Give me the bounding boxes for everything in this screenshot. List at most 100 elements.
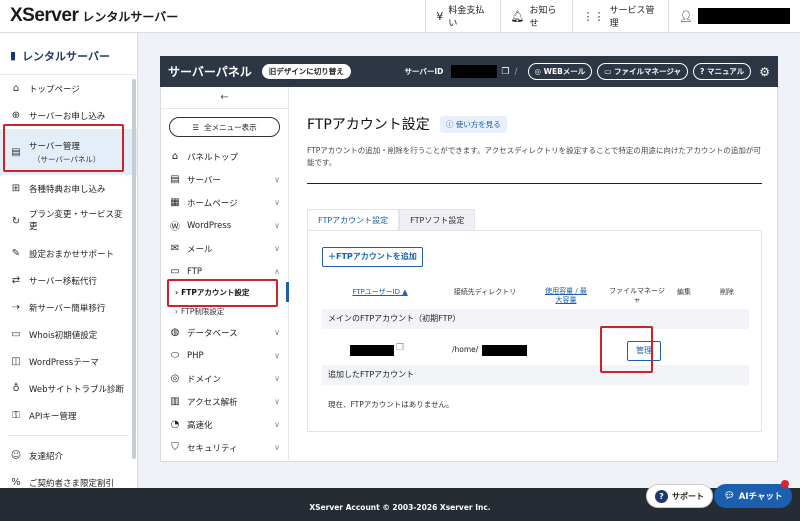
- sidebar-title: ▮ レンタルサーバー: [0, 33, 137, 75]
- add-ftp-account-button[interactable]: ＋FTPアカウントを追加: [322, 247, 423, 267]
- col-edit: 編集: [677, 288, 691, 296]
- menu-icon: ☰: [192, 122, 200, 132]
- database-icon: ◍: [170, 327, 180, 338]
- sidebar-item-trouble[interactable]: ♁ Webサイトトラブル診断: [0, 375, 137, 402]
- panel-item-speed[interactable]: ◔ 高速化 ∨: [161, 413, 288, 436]
- sidebar-item-order[interactable]: ⊕ サーバーお申し込み: [0, 102, 137, 129]
- server-icon: ▤: [11, 146, 21, 158]
- friend-icon: ☺: [10, 450, 22, 461]
- panel-item-label: セキュリティ: [187, 443, 238, 454]
- title-divider: [307, 183, 762, 184]
- panel-item-label: PHP: [187, 350, 204, 361]
- panel-item-domain[interactable]: ◎ ドメイン ∨: [161, 367, 288, 390]
- sidebar-item-label: APIキー管理: [29, 411, 77, 422]
- sidebar-item-plan-change[interactable]: ↻ プラン変更・サービス変更: [0, 202, 137, 240]
- mail-icon: ✉: [170, 243, 180, 254]
- gear-icon[interactable]: ⚙: [759, 65, 770, 79]
- server-id: サーバーID ❐: [404, 65, 509, 78]
- file-manager-button[interactable]: ▭ ファイルマネージャ: [597, 63, 688, 80]
- howto-button[interactable]: ⓘ 使い方を見る: [439, 115, 507, 133]
- sidebar-item-label: サーバーお申し込み: [29, 111, 106, 122]
- panel-item-label: パネルトップ: [187, 152, 239, 163]
- folder-icon: ▭: [170, 266, 180, 277]
- chevron-right-icon: ›: [175, 288, 179, 297]
- panel-sub-ftp-account[interactable]: › FTPアカウント設定: [161, 283, 288, 302]
- support-button[interactable]: ? サポート: [646, 484, 713, 508]
- panel-item-ftp[interactable]: ▭ FTP ∧: [161, 260, 288, 283]
- back-arrow-icon[interactable]: ←: [161, 87, 288, 109]
- directory-prefix: /home/: [452, 345, 479, 354]
- manage-button[interactable]: 管理: [627, 341, 661, 361]
- sidebar-item-transfer[interactable]: ⇄ サーバー移転代行: [0, 267, 137, 294]
- key-icon: ⚿: [12, 410, 20, 421]
- sidebar-item-friend[interactable]: ☺ 友達紹介: [0, 442, 137, 469]
- discount-icon: %: [11, 477, 21, 488]
- col-delete: 削除: [720, 288, 734, 296]
- sidebar-item-top[interactable]: ⌂ トップページ: [0, 75, 137, 102]
- old-design-button[interactable]: 旧デザインに切り替え: [261, 64, 351, 79]
- sidebar-item-benefits[interactable]: ⊞ 各種特典お申し込み: [0, 175, 137, 202]
- sidebar-item-wp-theme[interactable]: ◫ WordPressテーマ: [0, 348, 137, 375]
- sidebar-item-label: Webサイトトラブル診断: [29, 384, 125, 395]
- copy-icon[interactable]: ❐: [396, 343, 404, 353]
- panel-item-label: WordPress: [187, 220, 232, 231]
- ai-chat-button[interactable]: 💬︎ AIチャット: [714, 484, 793, 508]
- palette-icon: ◫: [11, 356, 21, 367]
- server-panel-body: ← ☰ 全メニュー表示 ⌂ パネルトップ ▤ サーバー ∨ ▦ ホームページ ∨ Ⓦ Wor…: [160, 87, 778, 462]
- folder-icon: ▭: [604, 67, 614, 76]
- nav-payment-label: 料金支払い: [448, 6, 485, 29]
- notification-dot: [781, 480, 789, 488]
- chart-icon: ▥: [170, 396, 180, 407]
- tab-ftp-software[interactable]: FTPソフト設定: [399, 209, 476, 231]
- stethoscope-icon: ♁: [12, 383, 20, 394]
- panel-item-label: データベース: [187, 328, 238, 339]
- page-title: FTPアカウント設定: [307, 117, 430, 133]
- move-icon: ⇢: [11, 302, 21, 313]
- sidebar-item-discount[interactable]: % ご契約者さま限定割引: [0, 469, 137, 488]
- sidebar-item-label: サーバー移転代行: [29, 276, 97, 287]
- sidebar-item-setup-support[interactable]: ✎ 設定おまかせサポート: [0, 240, 137, 267]
- tab-ftp-account[interactable]: FTPアカウント設定: [307, 209, 400, 231]
- sidebar-item-label: 友達紹介: [29, 451, 64, 462]
- nav-notice[interactable]: 🔔︎ お知らせ: [499, 0, 572, 33]
- panel-item-database[interactable]: ◍ データベース ∨: [161, 321, 288, 344]
- sidebar-item-api-key[interactable]: ⚿ APIキー管理: [0, 402, 137, 429]
- col-file-manager: ファイルマネージャ: [609, 287, 665, 304]
- panel-item-top[interactable]: ⌂ パネルトップ: [161, 145, 288, 168]
- panel-item-mail[interactable]: ✉ メール ∨: [161, 237, 288, 260]
- panel-item-wordpress[interactable]: Ⓦ WordPress ∨: [161, 214, 288, 237]
- nav-account[interactable]: 👤︎: [668, 0, 800, 33]
- directory-redacted: [482, 345, 527, 356]
- panel-item-label: メール: [187, 244, 213, 255]
- chevron-down-icon: ∨: [274, 397, 280, 406]
- panel-item-label: ホームページ: [187, 198, 238, 209]
- manual-button[interactable]: ? マニュアル: [692, 63, 752, 80]
- sidebar-item-migrate[interactable]: ⇢ 新サーバー簡単移行: [0, 294, 137, 321]
- sidebar-item-whois[interactable]: ▭ Whois初期値設定: [0, 321, 137, 348]
- chevron-down-icon: ∨: [274, 328, 280, 337]
- panel-item-php[interactable]: ⬭ PHP ∨: [161, 344, 288, 367]
- title-row: FTPアカウント設定 ⓘ 使い方を見る: [307, 114, 762, 134]
- sidebar-item-label: 各種特典お申し込み: [29, 184, 106, 195]
- panel-item-homepage[interactable]: ▦ ホームページ ∨: [161, 191, 288, 214]
- panel-sub-label: FTP制限設定: [181, 307, 225, 316]
- panel-sub-ftp-restrict[interactable]: › FTP制限設定: [161, 302, 288, 321]
- panel-item-server[interactable]: ▤ サーバー ∨: [161, 168, 288, 191]
- all-menu-button[interactable]: ☰ 全メニュー表示: [169, 117, 280, 137]
- book-icon: ▮: [10, 49, 17, 62]
- xserver-logo[interactable]: XServer レンタルサーバー: [0, 5, 425, 27]
- nav-service[interactable]: ⋮⋮ サービス管理: [571, 0, 668, 33]
- copy-icon[interactable]: ❐: [501, 67, 509, 77]
- webmail-button[interactable]: ◎ WEBメール: [527, 63, 593, 80]
- plus-circle-icon: ⊕: [11, 110, 21, 121]
- panel-item-analytics[interactable]: ▥ アクセス解析 ∨: [161, 390, 288, 413]
- col-ftp-user-id[interactable]: FTPユーザーID ▲: [340, 287, 420, 297]
- wordpress-icon: Ⓦ: [170, 222, 180, 233]
- directory-cell: /home/: [452, 345, 478, 354]
- sidebar-item-server-manage[interactable]: ▤ サーバー管理 （サーバーパネル）: [0, 129, 137, 175]
- sidebar-scrollbar[interactable]: [132, 79, 136, 459]
- nav-payment[interactable]: ¥ 料金支払い: [425, 0, 499, 33]
- panel-item-security[interactable]: ⛉ セキュリティ ∨: [161, 436, 288, 459]
- sidebar-title-label: レンタルサーバー: [22, 49, 110, 63]
- col-usage[interactable]: 使用容量 / 最大容量: [542, 287, 590, 305]
